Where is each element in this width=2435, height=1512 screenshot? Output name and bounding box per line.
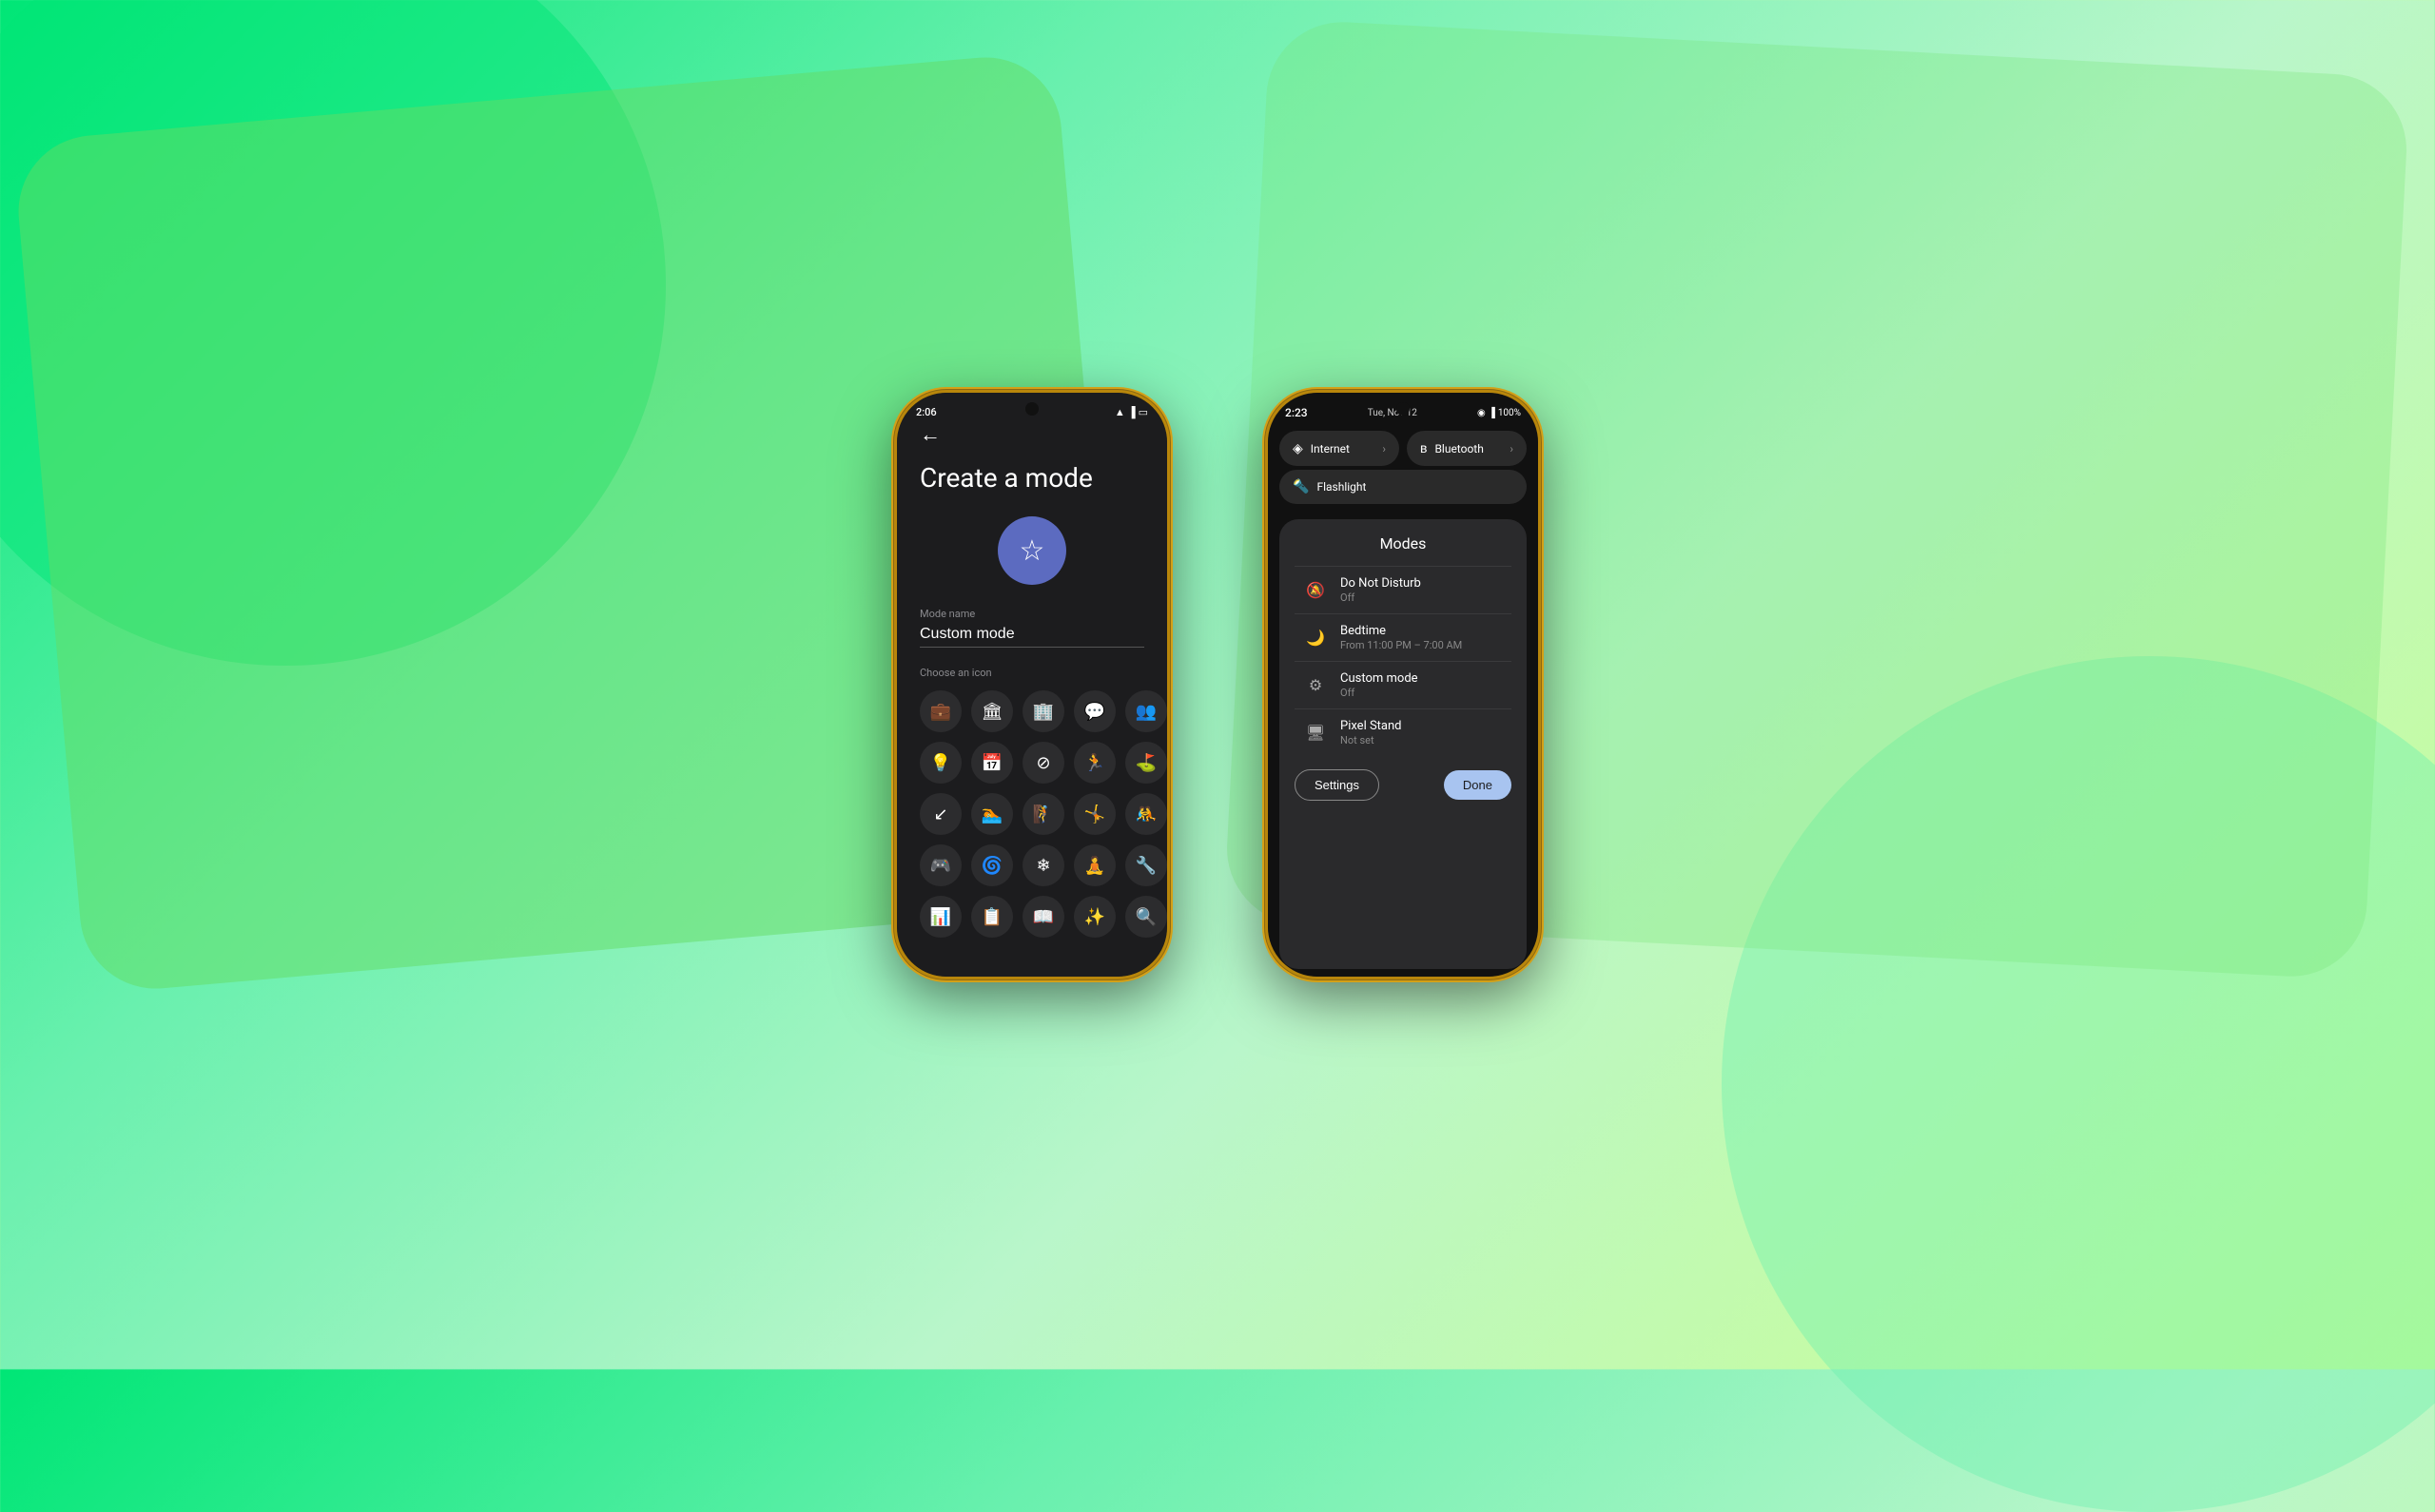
mode-icon-circle[interactable]: ☆ <box>998 516 1066 585</box>
icon-circle-container: ☆ <box>920 516 1144 585</box>
screen-1: 2:06 ▲ ▐ ▭ ← Create a mode ☆ Mode name <box>897 393 1167 977</box>
mode-item-dnd[interactable]: 🔕 Do Not Disturb Off <box>1295 567 1511 613</box>
icon-btn-group[interactable]: 👥 <box>1125 690 1167 732</box>
bluetooth-arrow: › <box>1510 442 1513 456</box>
icon-btn-building[interactable]: 🏢 <box>1023 690 1064 732</box>
flashlight-label: Flashlight <box>1316 480 1366 494</box>
wifi-icon-2: ◉ <box>1477 408 1486 418</box>
internet-tile[interactable]: ◈ Internet › <box>1279 431 1399 466</box>
icon-btn-wrench[interactable]: 🔧 <box>1125 844 1167 886</box>
flashlight-tile[interactable]: 🔦 Flashlight <box>1279 470 1527 504</box>
internet-label: Internet <box>1311 442 1350 456</box>
dnd-icon: 🔕 <box>1302 577 1329 604</box>
wifi-icon-1: ▲ <box>1115 406 1125 418</box>
mode-item-custom[interactable]: ⚙ Custom mode Off <box>1295 662 1511 708</box>
icon-btn-minus[interactable]: ⊘ <box>1023 742 1064 784</box>
dnd-text: Do Not Disturb Off <box>1340 576 1504 604</box>
phones-container: 2:06 ▲ ▐ ▭ ← Create a mode ☆ Mode name <box>894 390 1541 979</box>
dnd-name: Do Not Disturb <box>1340 576 1504 591</box>
icon-btn-bank[interactable]: 🏛 <box>971 690 1013 732</box>
phone-2: 2:23 Tue, Nov 12 ◉ ▐ 100% ◈ Internet › ʙ… <box>1265 390 1541 979</box>
phone-side-button-1 <box>1167 564 1170 621</box>
icon-btn-yoga[interactable]: 🧘 <box>1074 844 1116 886</box>
icon-btn-gymnastics[interactable]: 🤸 <box>1074 793 1116 835</box>
page-title-1: Create a mode <box>920 462 1144 494</box>
custom-status: Off <box>1340 687 1504 699</box>
phone-side-button-2 <box>1538 564 1541 621</box>
mode-item-bedtime[interactable]: 🌙 Bedtime From 11:00 PM – 7:00 AM <box>1295 614 1511 661</box>
bedtime-text: Bedtime From 11:00 PM – 7:00 AM <box>1340 624 1504 651</box>
icon-grid: 💼 🏛 🏢 💬 👥 💡 📅 ⊘ 🏃 ⛳ ↙ 🏊 🧗 🤸 🤼 🎮 <box>920 690 1144 938</box>
date-2: Tue, Nov 12 <box>1368 408 1417 418</box>
modes-panel: Modes 🔕 Do Not Disturb Off 🌙 Bedtime Fro… <box>1279 519 1527 969</box>
icon-btn-clipboard[interactable]: 📋 <box>971 896 1013 938</box>
modes-footer: Settings Done <box>1295 769 1511 801</box>
bluetooth-label: Bluetooth <box>1434 442 1483 456</box>
signal-icon-1: ▐ <box>1128 406 1136 418</box>
dnd-status: Off <box>1340 591 1504 604</box>
mode-name-section: Mode name <box>920 608 1144 648</box>
custom-text: Custom mode Off <box>1340 671 1504 699</box>
wifi-tile-icon: ◈ <box>1293 441 1303 456</box>
icon-btn-climb[interactable]: 🧗 <box>1023 793 1064 835</box>
icon-btn-calendar[interactable]: 📅 <box>971 742 1013 784</box>
settings-button[interactable]: Settings <box>1295 769 1379 801</box>
icon-btn-golf[interactable]: ⛳ <box>1125 742 1167 784</box>
custom-mode-icon: ⚙ <box>1302 672 1329 699</box>
mode-name-label: Mode name <box>920 608 1144 620</box>
icon-btn-sparkle[interactable]: ✨ <box>1074 896 1116 938</box>
choose-icon-label: Choose an icon <box>920 667 1144 679</box>
time-2: 2:23 <box>1285 406 1308 419</box>
bedtime-name: Bedtime <box>1340 624 1504 638</box>
icon-btn-search[interactable]: 🔍 <box>1125 896 1167 938</box>
status-icons-2: ◉ ▐ 100% <box>1477 408 1521 418</box>
pixel-stand-status: Not set <box>1340 734 1504 746</box>
icon-btn-swirl[interactable]: 🌀 <box>971 844 1013 886</box>
icon-btn-wrestling[interactable]: 🤼 <box>1125 793 1167 835</box>
battery-icon-1: ▭ <box>1139 406 1148 418</box>
pixel-stand-name: Pixel Stand <box>1340 719 1504 733</box>
icon-btn-book[interactable]: 📖 <box>1023 896 1064 938</box>
bedtime-icon: 🌙 <box>1302 625 1329 651</box>
back-button-1[interactable]: ← <box>920 422 1144 447</box>
custom-name: Custom mode <box>1340 671 1504 686</box>
icon-btn-gamepad[interactable]: 🎮 <box>920 844 962 886</box>
star-icon: ☆ <box>1020 534 1045 568</box>
phone-notch-1 <box>1025 402 1039 416</box>
signal-icon-2: ▐ <box>1489 408 1495 418</box>
screen-2: 2:23 Tue, Nov 12 ◉ ▐ 100% ◈ Internet › ʙ… <box>1268 393 1538 977</box>
screen-content-1: ← Create a mode ☆ Mode name Choose an ic… <box>897 422 1167 977</box>
icon-btn-chart[interactable]: 📊 <box>920 896 962 938</box>
time-1: 2:06 <box>916 406 937 418</box>
battery-icon-2: 100% <box>1498 408 1521 418</box>
icon-btn-swim[interactable]: 🏊 <box>971 793 1013 835</box>
icon-btn-briefcase[interactable]: 💼 <box>920 690 962 732</box>
internet-arrow: › <box>1382 442 1386 456</box>
phone-1: 2:06 ▲ ▐ ▭ ← Create a mode ☆ Mode name <box>894 390 1170 979</box>
pixel-stand-text: Pixel Stand Not set <box>1340 719 1504 746</box>
quick-tiles: ◈ Internet › ʙ Bluetooth › <box>1268 427 1538 470</box>
flashlight-icon: 🔦 <box>1293 479 1309 494</box>
flashlight-section: 🔦 Flashlight <box>1268 470 1538 512</box>
modes-panel-title: Modes <box>1295 534 1511 552</box>
icon-btn-run[interactable]: 🏃 <box>1074 742 1116 784</box>
mode-item-pixel-stand[interactable]: 🖥 Pixel Stand Not set <box>1295 709 1511 756</box>
icon-btn-bulb[interactable]: 💡 <box>920 742 962 784</box>
phone-notch-2 <box>1396 402 1410 416</box>
icon-btn-arrow[interactable]: ↙ <box>920 793 962 835</box>
done-button[interactable]: Done <box>1444 770 1511 800</box>
icon-btn-chat[interactable]: 💬 <box>1074 690 1116 732</box>
bluetooth-tile-icon: ʙ <box>1420 440 1427 456</box>
pixel-stand-icon: 🖥 <box>1302 720 1329 746</box>
status-icons-1: ▲ ▐ ▭ <box>1115 406 1148 418</box>
icon-btn-snowflake[interactable]: ❄ <box>1023 844 1064 886</box>
bluetooth-tile[interactable]: ʙ Bluetooth › <box>1407 431 1527 466</box>
bedtime-status: From 11:00 PM – 7:00 AM <box>1340 639 1504 651</box>
mode-name-input[interactable] <box>920 626 1144 648</box>
